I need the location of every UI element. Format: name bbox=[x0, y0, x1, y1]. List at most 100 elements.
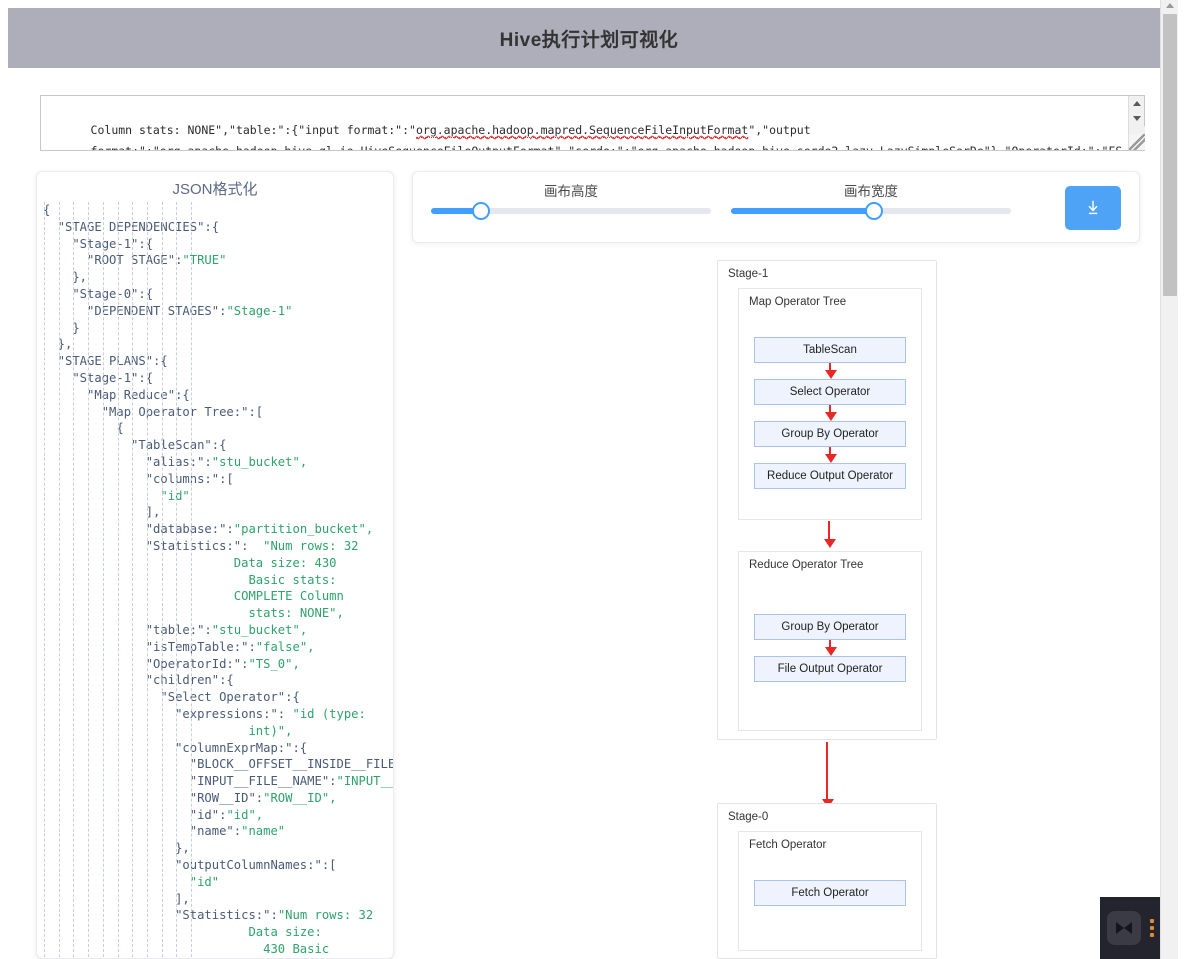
json-line: "Map Reduce":{ bbox=[43, 387, 389, 404]
canvas-width-slider[interactable] bbox=[731, 202, 1011, 220]
json-line: 430 Basic bbox=[43, 941, 389, 958]
canvas-height-control: 画布高度 bbox=[431, 180, 711, 220]
json-key: ], bbox=[43, 891, 190, 906]
json-value: "Num rows: 32 bbox=[277, 908, 374, 923]
page-scroll-thumb[interactable] bbox=[1163, 14, 1177, 296]
json-value: Basic stats: bbox=[248, 572, 337, 587]
plan-text[interactable]: Column stats: NONE","table:":{"input for… bbox=[41, 96, 1128, 150]
json-key: "alias:": bbox=[43, 454, 212, 469]
op-node-tablescan[interactable]: TableScan bbox=[754, 337, 906, 363]
json-key: "columns:":[ bbox=[43, 471, 234, 486]
json-line: Data size: 430 bbox=[43, 555, 389, 572]
json-line: "BLOCK__OFFSET__INSIDE__FILE":"BLOCK__OF… bbox=[43, 756, 393, 773]
plan-line2-c: :":" bbox=[610, 144, 638, 150]
json-content: { "STAGE DEPENDENCIES":{ "Stage-1":{ "RO… bbox=[37, 202, 393, 958]
fetch-operator-tree-label: Fetch Operator bbox=[749, 839, 827, 851]
json-value: "stu_bucket", bbox=[211, 454, 308, 469]
app-header: Hive执行计划可视化 bbox=[8, 8, 1170, 68]
stage-1-box: Stage-1 Map Operator Tree TableScan Sele… bbox=[717, 260, 937, 740]
json-line: "Select Operator":{ bbox=[43, 689, 389, 706]
media-play-icon[interactable] bbox=[1107, 911, 1141, 945]
json-panel: JSON格式化 { "STAGE DEPENDENCIES":{ "Stage-… bbox=[36, 171, 394, 959]
json-key: "Stage-1":{ bbox=[43, 236, 154, 251]
json-key: "Select Operator":{ bbox=[43, 690, 300, 705]
arrow-head-icon bbox=[825, 454, 837, 463]
json-line: "isTempTable:":"false", bbox=[43, 639, 389, 656]
arrow-head-icon bbox=[825, 412, 837, 421]
json-value: int)", bbox=[248, 723, 293, 738]
op-node-reduce-output-operator[interactable]: Reduce Output Operator bbox=[754, 463, 906, 489]
plan-line2-link4: OperatorId: bbox=[1011, 144, 1088, 150]
op-node-fetch-operator[interactable]: Fetch Operator bbox=[754, 880, 906, 906]
bowtie-play-icon bbox=[1116, 922, 1132, 934]
json-key bbox=[43, 489, 160, 503]
json-line: "Stage-0":{ bbox=[43, 286, 389, 303]
reduce-operator-tree-label: Reduce Operator Tree bbox=[749, 559, 864, 571]
json-key bbox=[43, 556, 234, 570]
json-key: "children":{ bbox=[43, 673, 234, 688]
canvas-controls: 画布高度 画布宽度 bbox=[412, 171, 1140, 243]
page-scroll-up-icon[interactable] bbox=[1166, 3, 1174, 8]
canvas-height-slider-knob[interactable] bbox=[472, 202, 491, 220]
json-line: }, bbox=[43, 840, 389, 857]
json-line: stats: NONE", bbox=[43, 605, 389, 622]
json-key: "BLOCK__OFFSET__INSIDE__FILE": bbox=[43, 757, 393, 772]
resize-grip-icon[interactable] bbox=[1129, 134, 1145, 150]
json-line: "columns:":[ bbox=[43, 471, 389, 488]
json-value: "id (type: bbox=[292, 706, 366, 721]
execution-plan-textarea[interactable]: Column stats: NONE","table:":{"input for… bbox=[40, 95, 1145, 151]
json-line: "Map Operator Tree:":[ bbox=[43, 404, 389, 421]
json-line: "INPUT__FILE__NAME":"INPUT__FILE__NAME", bbox=[43, 773, 393, 790]
page-title: Hive执行计划可视化 bbox=[499, 29, 679, 51]
plan-line2-link1: org.apache.hadoop.hive.ql.io.HiveSequenc… bbox=[159, 144, 555, 150]
json-value: "id" bbox=[160, 488, 190, 503]
json-line: "Statistics:": "Num rows: 32 bbox=[43, 538, 389, 555]
json-key: "STAGE DEPENDENCIES":{ bbox=[43, 219, 220, 234]
download-button[interactable] bbox=[1065, 186, 1121, 230]
plan-line2-d: "}," bbox=[984, 144, 1012, 150]
canvas-height-slider[interactable] bbox=[431, 202, 711, 220]
json-line: "outputColumnNames:":[ bbox=[43, 857, 389, 874]
json-line: COMPLETE Column bbox=[43, 588, 389, 605]
json-value: "INPUT__FILE__NAME", bbox=[336, 774, 394, 789]
json-key: "id": bbox=[43, 807, 227, 822]
op-node-reduce-group-by-operator[interactable]: Group By Operator bbox=[754, 614, 906, 640]
page-scrollbar[interactable] bbox=[1160, 0, 1178, 959]
json-key: "ROOT STAGE": bbox=[43, 253, 183, 268]
scroll-up-icon[interactable] bbox=[1129, 96, 1145, 111]
op-node-select-operator[interactable]: Select Operator bbox=[754, 379, 906, 405]
json-value: "ROW__ID", bbox=[263, 790, 337, 805]
json-line: int)", bbox=[43, 723, 389, 740]
arrow-head-icon bbox=[824, 539, 836, 548]
json-key bbox=[43, 724, 248, 738]
json-key: "STAGE PLANS":{ bbox=[43, 354, 168, 369]
json-key: } bbox=[43, 320, 80, 335]
json-line: "database:":"partition_bucket", bbox=[43, 521, 389, 538]
json-key: }, bbox=[43, 337, 73, 352]
op-node-group-by-operator[interactable]: Group By Operator bbox=[754, 421, 906, 447]
op-node-file-output-operator[interactable]: File Output Operator bbox=[754, 656, 906, 682]
arrow-line bbox=[828, 521, 830, 541]
json-key: "ROW__ID": bbox=[43, 790, 264, 805]
json-line: "alias:":"stu_bucket", bbox=[43, 454, 389, 471]
json-key: "Statistics:": bbox=[43, 538, 264, 553]
scroll-down-icon[interactable] bbox=[1129, 111, 1145, 126]
json-value: Data size: 430 bbox=[233, 555, 337, 570]
json-value: "stu_bucket", bbox=[211, 622, 308, 637]
map-operator-tree-label: Map Operator Tree bbox=[749, 296, 847, 308]
plan-line1-b: ","output bbox=[748, 123, 811, 137]
widget-dots-icon[interactable] bbox=[1150, 919, 1154, 937]
json-value: "TRUE" bbox=[182, 253, 227, 268]
json-line: "id":"id", bbox=[43, 807, 389, 824]
textarea-scrollbar[interactable] bbox=[1128, 96, 1145, 150]
json-key: "TableScan":{ bbox=[43, 438, 227, 453]
plan-diagram: Stage-1 Map Operator Tree TableScan Sele… bbox=[412, 255, 1152, 959]
json-value: "id" bbox=[189, 874, 220, 889]
floating-media-widget[interactable] bbox=[1100, 897, 1160, 959]
stage-0-label: Stage-0 bbox=[728, 811, 769, 823]
canvas-width-slider-knob[interactable] bbox=[864, 202, 883, 220]
json-line: ], bbox=[43, 891, 389, 908]
json-key: "Map Reduce":{ bbox=[43, 387, 190, 402]
json-value: "name" bbox=[241, 824, 286, 839]
canvas-width-label: 画布宽度 bbox=[844, 184, 898, 199]
